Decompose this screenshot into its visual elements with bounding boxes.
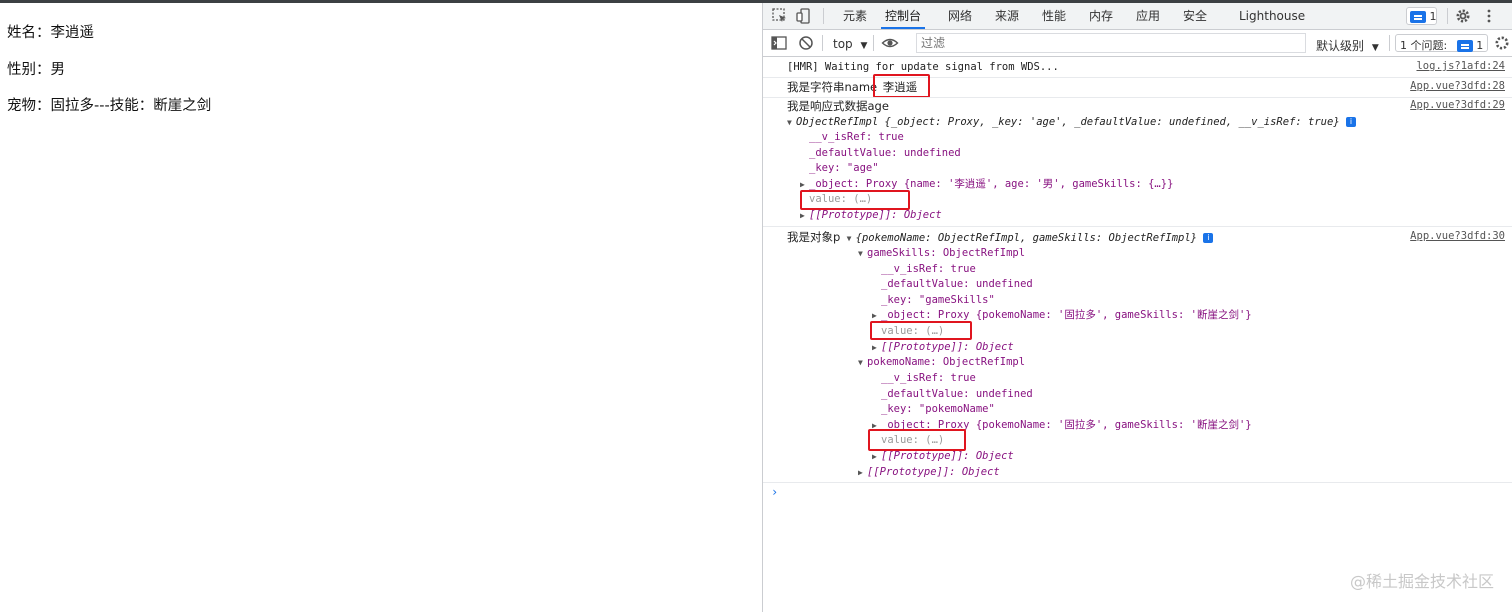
highlight-box-name-value <box>873 74 930 98</box>
highlight-box-value-getter <box>800 190 910 210</box>
collapsed-triangle-icon[interactable]: ▶ <box>800 208 809 223</box>
expanded-triangle-icon[interactable]: ▼ <box>787 115 796 130</box>
prop-object: _object: Proxy {pokemoName: '固拉多', gameS… <box>881 309 1252 321</box>
more-options-icon[interactable] <box>1480 7 1498 25</box>
settings-gear-icon[interactable] <box>1454 7 1472 25</box>
tab-security[interactable]: 安全 <box>1183 3 1207 29</box>
log-level-label: 默认级别 <box>1316 39 1365 53</box>
collapsed-triangle-icon[interactable]: ▶ <box>872 449 881 464</box>
toolbar-separator <box>822 35 823 51</box>
devtools-tab-bar: 元素 控制台 网络 来源 性能 内存 应用 安全 Lighthouse 1 <box>763 3 1512 30</box>
console-filter-input[interactable] <box>916 33 1306 53</box>
expanded-triangle-icon[interactable]: ▼ <box>858 246 867 261</box>
prop-default-value: _defaultValue: undefined <box>881 278 1033 290</box>
sidebar-toggle-icon[interactable] <box>770 34 788 52</box>
source-link-line-30[interactable]: App.vue?3dfd:30 <box>1410 230 1505 242</box>
tab-lighthouse[interactable]: Lighthouse <box>1239 3 1305 29</box>
watermark: @稀土掘金技术社区 <box>1349 572 1494 591</box>
object-summary-text: {pokemoName: ObjectRefImpl, gameSkills: … <box>855 232 1198 244</box>
log-message-hmr: [HMR] Waiting for update signal from WDS… <box>787 61 1059 73</box>
source-link-hmr[interactable]: log.js?1afd:24 <box>1416 60 1505 72</box>
tab-separator <box>823 8 824 24</box>
page-name-line: 姓名：李逍遥 <box>7 25 94 41</box>
issues-count: 1 <box>1476 39 1484 52</box>
device-toolbar-icon[interactable] <box>795 7 813 25</box>
tab-separator <box>1447 8 1448 24</box>
tab-network[interactable]: 网络 <box>948 3 972 29</box>
issues-label: 1 个问题: <box>1400 39 1448 52</box>
tab-performance[interactable]: 性能 <box>1042 3 1066 29</box>
highlight-box-pokemoname-value <box>868 429 966 451</box>
tab-application[interactable]: 应用 <box>1136 3 1160 29</box>
log-label: 我是字符串name <box>787 80 878 94</box>
prop-key: _key: "pokemoName" <box>881 403 995 415</box>
prop-pokemoname: pokemoName: ObjectRefImpl <box>867 356 1026 368</box>
object-summary-text: ObjectRefImpl {_object: Proxy, _key: 'ag… <box>796 116 1340 128</box>
prop-gameskills: gameSkills: ObjectRefImpl <box>867 247 1026 259</box>
message-separator <box>763 97 1512 98</box>
rendered-page: 姓名：李逍遥 性别：男 宠物：固拉多---技能：断崖之剑 <box>0 3 762 612</box>
console-prompt[interactable]: › <box>771 485 778 499</box>
dropdown-arrow-icon: ▼ <box>1371 43 1379 53</box>
highlight-box-gameskills-value <box>870 321 972 340</box>
prop-v-isref: __v_isRef: true <box>881 372 976 384</box>
prop-default-value: _defaultValue: undefined <box>809 147 961 159</box>
prop-prototype: [[Prototype]]: Object <box>809 209 942 221</box>
issues-badge-count: 1 <box>1429 10 1437 23</box>
log-message-age-label: 我是响应式数据age <box>787 99 889 113</box>
expanded-triangle-icon[interactable]: ▼ <box>847 231 856 246</box>
info-icon: i <box>1345 117 1356 127</box>
log-label: 我是对象p <box>787 230 841 244</box>
tab-sources[interactable]: 来源 <box>995 3 1019 29</box>
toolbar-separator <box>873 35 874 51</box>
console-toolbar: top ▼ 默认级别 ▼ 1 个问题: 1 <box>763 30 1512 57</box>
prop-prototype-row[interactable]: ▶ [[Prototype]]: Object <box>872 449 1014 464</box>
prop-prototype-row[interactable]: ▶ [[Prototype]]: Object <box>800 208 942 223</box>
source-link-line-28[interactable]: App.vue?3dfd:28 <box>1410 80 1505 92</box>
clear-console-icon[interactable] <box>797 34 815 52</box>
page-pet-line: 宠物：固拉多---技能：断崖之剑 <box>7 98 212 114</box>
prop-prototype: [[Prototype]]: Object <box>867 466 1000 478</box>
prop-key: _key: "gameSkills" <box>881 294 995 306</box>
devtools-panel: 元素 控制台 网络 来源 性能 内存 应用 安全 Lighthouse 1 to… <box>762 3 1512 612</box>
log-level-dropdown[interactable]: 默认级别 ▼ <box>1316 37 1379 54</box>
tab-elements[interactable]: 元素 <box>843 3 867 29</box>
prop-v-isref: __v_isRef: true <box>881 263 976 275</box>
prop-prototype-row[interactable]: ▶ [[Prototype]]: Object <box>872 340 1014 355</box>
source-link-line-29[interactable]: App.vue?3dfd:29 <box>1410 99 1505 111</box>
collapsed-triangle-icon[interactable]: ▶ <box>858 465 867 480</box>
info-icon: i <box>1203 233 1214 243</box>
prop-pokemoname-row[interactable]: ▼ pokemoName: ObjectRefImpl <box>858 355 1025 370</box>
page-gender-line: 性别：男 <box>7 62 65 78</box>
outer-prototype-row[interactable]: ▶ [[Prototype]]: Object <box>858 465 1000 480</box>
prop-key: _key: "age" <box>809 162 879 174</box>
message-separator <box>763 226 1512 227</box>
prop-gameskills-row[interactable]: ▼ gameSkills: ObjectRefImpl <box>858 246 1025 261</box>
inspect-element-icon[interactable] <box>771 7 789 25</box>
toolbar-separator <box>1389 35 1390 51</box>
issue-flag-icon <box>1410 11 1426 23</box>
live-expression-eye-icon[interactable] <box>881 34 899 52</box>
issues-badge-button[interactable]: 1 <box>1406 7 1437 25</box>
console-output: [HMR] Waiting for update signal from WDS… <box>763 57 1512 612</box>
console-settings-gear-icon[interactable] <box>1493 34 1511 52</box>
expanded-triangle-icon[interactable]: ▼ <box>858 355 867 370</box>
dropdown-arrow-icon: ▼ <box>860 41 868 51</box>
prop-default-value: _defaultValue: undefined <box>881 388 1033 400</box>
context-selector-label: top <box>833 37 853 51</box>
object-summary-row[interactable]: ▼ ObjectRefImpl {_object: Proxy, _key: 'a… <box>787 115 1356 130</box>
context-selector[interactable]: top ▼ <box>833 37 867 51</box>
tab-console[interactable]: 控制台 <box>881 3 926 29</box>
message-separator <box>763 482 1512 483</box>
log-message-object-p: 我是对象p ▼ {pokemoName: ObjectRefImpl, gameS… <box>787 230 1214 246</box>
issue-flag-icon <box>1456 40 1473 52</box>
collapsed-triangle-icon[interactable]: ▶ <box>872 340 881 355</box>
prop-prototype: [[Prototype]]: Object <box>881 341 1014 353</box>
tab-memory[interactable]: 内存 <box>1089 3 1113 29</box>
prop-v-isref: __v_isRef: true <box>809 131 904 143</box>
prop-prototype: [[Prototype]]: Object <box>881 450 1014 462</box>
issues-button[interactable]: 1 个问题: 1 <box>1395 34 1488 52</box>
prop-object: _object: Proxy {name: '李逍遥', age: '男', g… <box>809 178 1174 190</box>
